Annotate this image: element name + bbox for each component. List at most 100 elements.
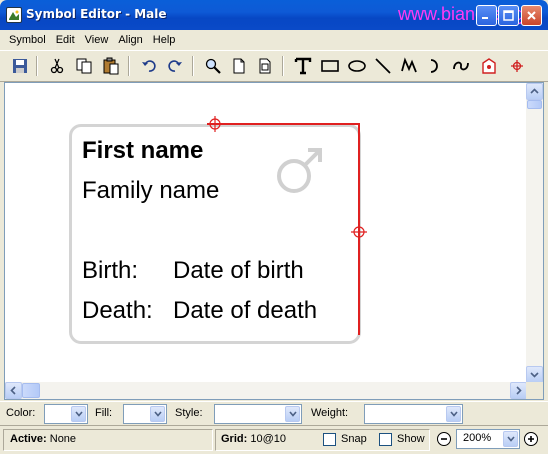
family-name-field[interactable]: Family name (82, 177, 219, 205)
ellipse-icon (348, 60, 366, 72)
close-button[interactable] (521, 5, 542, 26)
color-dropdown[interactable] (44, 404, 88, 424)
grid-status-value: 10@10 (250, 433, 286, 445)
paste-button[interactable] (100, 55, 122, 77)
text-tool-button[interactable] (292, 55, 314, 77)
properties-bar: Color: Fill: Style: Weight: (0, 401, 548, 425)
menu-view[interactable]: View (80, 34, 114, 46)
zoom-in-button[interactable] (524, 432, 538, 446)
active-status-label: Active: (10, 433, 47, 445)
menu-align-label: Align (118, 34, 143, 46)
curve-icon (453, 61, 469, 71)
minus-icon (441, 438, 447, 440)
redo-button[interactable] (164, 55, 186, 77)
arrow-left-icon (10, 386, 16, 395)
snap-checkbox[interactable] (323, 433, 336, 446)
selection-top-edge[interactable] (207, 123, 359, 125)
curve-tool-button[interactable] (450, 55, 472, 77)
undo-button[interactable] (138, 55, 160, 77)
style-dropdown[interactable] (214, 404, 302, 424)
symbol-canvas[interactable]: First name Family name Birth: Date of bi… (5, 83, 527, 383)
horizontal-scroll-thumb[interactable] (22, 383, 40, 398)
zoom-out-button[interactable] (437, 432, 451, 446)
fill-dropdown[interactable] (123, 404, 167, 424)
color-dropdown-button[interactable] (71, 406, 86, 422)
anchor-tool-button[interactable] (478, 55, 500, 77)
scroll-left-button[interactable] (5, 382, 22, 399)
first-name-field[interactable]: First name (82, 137, 203, 165)
zoom-dropdown-button[interactable] (503, 431, 518, 447)
weight-dropdown-button[interactable] (446, 406, 461, 422)
birth-date-field[interactable]: Date of birth (173, 257, 304, 285)
toolbar-separator (282, 56, 284, 76)
toolbar-separator (192, 56, 194, 76)
save-button[interactable] (9, 55, 31, 77)
toolbar-separator (128, 56, 130, 76)
horizontal-scrollbar[interactable] (5, 382, 527, 399)
title-bar: Symbol Editor - Male www.biancheng (0, 0, 548, 30)
menu-edit[interactable]: Edit (51, 34, 80, 46)
canvas-frame: First name Family name Birth: Date of bi… (4, 82, 544, 400)
page-button[interactable] (228, 55, 250, 77)
scrollbar-corner (526, 382, 543, 399)
show-grid-checkbox[interactable] (379, 433, 392, 446)
male-symbol-icon[interactable] (271, 143, 327, 199)
fill-label: Fill: (95, 407, 113, 419)
maximize-button[interactable] (498, 5, 519, 26)
grid-status: Grid: 10@10 (221, 433, 286, 445)
selection-handle-right[interactable] (350, 223, 368, 241)
scroll-right-button[interactable] (510, 382, 527, 399)
arc-tool-button[interactable] (424, 55, 446, 77)
vertical-scroll-thumb[interactable] (527, 100, 542, 109)
menu-view-label: View (84, 34, 109, 46)
scissors-icon (50, 58, 64, 74)
ellipse-tool-button[interactable] (346, 55, 368, 77)
status-bar: Active: None Grid: 10@10 Snap Show 200% (0, 425, 548, 454)
scroll-up-button[interactable] (526, 83, 543, 100)
menu-help-label: Help (152, 34, 176, 46)
anchor-point-icon (482, 58, 496, 74)
death-date-field[interactable]: Date of death (173, 297, 317, 325)
menu-align[interactable]: Align (113, 34, 147, 46)
polyline-icon (401, 57, 417, 73)
rectangle-tool-button[interactable] (319, 55, 341, 77)
paste-icon (103, 57, 119, 75)
menu-symbol-label: Symbol (9, 34, 46, 46)
death-label[interactable]: Death: (82, 297, 153, 325)
fill-dropdown-button[interactable] (150, 406, 165, 422)
show-label: Show (397, 433, 425, 445)
zoom-dropdown[interactable]: 200% (456, 429, 520, 449)
magnifier-icon (205, 58, 221, 74)
vertical-scrollbar[interactable] (526, 83, 543, 383)
menu-symbol[interactable]: Symbol (4, 34, 51, 46)
menu-help[interactable]: Help (148, 34, 181, 46)
toolbar-separator (36, 56, 38, 76)
window-title: Symbol Editor - Male (26, 7, 167, 21)
crosshair-tool-button[interactable] (506, 55, 528, 77)
chevron-down-icon (74, 411, 83, 417)
page-fit-button[interactable] (254, 55, 276, 77)
toolbar (0, 50, 548, 82)
cut-button[interactable] (46, 55, 68, 77)
active-status-value: None (49, 433, 77, 445)
weight-dropdown[interactable] (364, 404, 463, 424)
scroll-down-button[interactable] (526, 366, 543, 383)
style-dropdown-button[interactable] (285, 406, 300, 422)
line-tool-button[interactable] (372, 55, 394, 77)
minimize-button[interactable] (476, 5, 497, 26)
plus-icon (528, 436, 534, 442)
copy-icon (76, 58, 92, 74)
page-icon (233, 58, 245, 74)
page-fit-icon (259, 58, 271, 74)
zoom-value: 200% (463, 432, 492, 444)
snap-label: Snap (341, 433, 367, 445)
arc-icon (430, 59, 438, 73)
birth-label[interactable]: Birth: (82, 257, 138, 285)
zoom-tool-button[interactable] (202, 55, 224, 77)
grid-status-label: Grid: (221, 433, 248, 445)
selection-handle-top[interactable] (206, 115, 224, 133)
app-icon[interactable] (6, 7, 22, 23)
copy-button[interactable] (73, 55, 95, 77)
polyline-tool-button[interactable] (398, 55, 420, 77)
arrow-down-icon (530, 372, 539, 378)
